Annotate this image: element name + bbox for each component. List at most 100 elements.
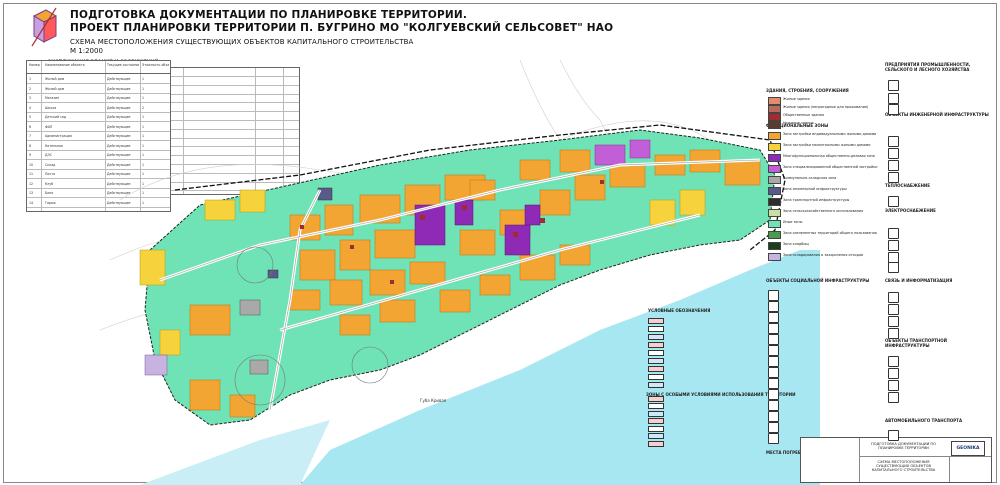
social-object-icon [768, 411, 779, 422]
legend-right-section: АВТОМОБИЛЬНОГО ТРАНСПОРТА [885, 418, 963, 423]
legend-item-zone: Многофункциональная общественно-деловая … [768, 154, 888, 162]
condition-symbol [648, 334, 664, 340]
legend-label: Зона озелененных территорий общего польз… [783, 231, 877, 235]
legend-item-zone: Зона инженерной инфраструктуры [768, 187, 888, 195]
condition-symbol [648, 418, 664, 424]
infrastructure-icon [888, 380, 899, 391]
infrastructure-icon [888, 196, 899, 207]
condition-symbol [648, 350, 664, 356]
infrastructure-icon [888, 304, 899, 315]
legend-label: Иные зоны [783, 220, 803, 224]
infrastructure-icon [888, 328, 899, 339]
legend-item-zone: Зона застройки малоэтажными жилыми домам… [768, 143, 888, 151]
legend-item-zone: Зона озелененных территорий общего польз… [768, 231, 888, 239]
infrastructure-icon [888, 93, 899, 104]
legend-item-building: Нежилые здания [768, 121, 888, 129]
legend-swatch [768, 143, 781, 151]
legend-swatch [768, 253, 781, 261]
legend-item-zone: Иные зоны [768, 220, 888, 228]
social-object-icon [768, 356, 779, 367]
condition-symbol [648, 366, 664, 372]
infrastructure-icon [888, 228, 899, 239]
social-object-icon [768, 334, 779, 345]
condition-symbol [648, 342, 664, 348]
legend-label: Зона кладбищ [783, 242, 809, 246]
legend-label: Жилые здания [783, 97, 810, 101]
company-logo: GEONIKA [951, 441, 985, 456]
stamp-title: СХЕМА МЕСТОПОЛОЖЕНИЯ СУЩЕСТВУЮЩИХ ОБЪЕКТ… [871, 460, 936, 472]
social-object-icon [768, 323, 779, 334]
legend-item-building: Жилые здания (непригодные для проживания… [768, 105, 888, 113]
infrastructure-icon [888, 136, 899, 147]
condition-symbol [648, 326, 664, 332]
condition-symbol [648, 358, 664, 364]
legend-section-social: ОБЪЕКТЫ СОЦИАЛЬНОЙ ИНФРАСТРУКТУРЫ [766, 278, 870, 283]
conditions-title: УСЛОВНЫЕ ОБОЗНАЧЕНИЯ [648, 308, 711, 313]
infrastructure-icon [888, 316, 899, 327]
legend-swatch [768, 165, 781, 173]
social-object-icon [768, 400, 779, 411]
legend-item-zone: Зона застройки индивидуальными жилыми до… [768, 132, 888, 140]
condition-symbol [648, 433, 664, 439]
legend-label: Зона складирования и захоронения отходов [783, 253, 864, 257]
condition-symbol [648, 425, 664, 432]
condition-symbol [648, 318, 664, 324]
legend-label: Зона специализированной общественной зас… [783, 165, 878, 169]
legend-section-buildings: ЗДАНИЯ, СТРОЕНИЯ, СООРУЖЕНИЯ [766, 88, 849, 93]
legend-swatch [768, 113, 781, 121]
infrastructure-icon [888, 172, 899, 183]
legend-right-section: ОБЪЕКТЫ ИНЖЕНЕРНОЙ ИНФРАСТРУКТУРЫ [885, 112, 989, 117]
infrastructure-icon [888, 430, 899, 441]
legend-item-building: Общественные здания [768, 113, 888, 121]
legend-item-zone: Коммунально-складская зона [768, 176, 888, 184]
legend-right-section: СВЯЗЬ И ИНФОРМАТИЗАЦИЯ [885, 278, 953, 283]
condition-symbol [648, 374, 664, 380]
legend-label: Общественные здания [783, 113, 824, 117]
legend-label: Зона сельскохозяйственного использования [783, 209, 864, 213]
legend-swatch [768, 105, 781, 113]
legend-swatch [768, 242, 781, 250]
legend-swatch [768, 132, 781, 140]
legend-right-section: ТЕПЛОСНАБЖЕНИЕ [885, 183, 931, 188]
condition-symbol [648, 440, 664, 447]
legend-item-zone: Зона складирования и захоронения отходов [768, 253, 888, 261]
legend-label: Зона инженерной инфраструктуры [783, 187, 847, 191]
social-object-icon [768, 389, 779, 400]
social-object-icon [768, 312, 779, 323]
legend-label: Зона транспортной инфраструктуры [783, 198, 850, 202]
infrastructure-icon [888, 80, 899, 91]
legend-swatch [768, 209, 781, 217]
infrastructure-icon [888, 292, 899, 303]
legend-swatch [768, 187, 781, 195]
condition-symbol [648, 403, 664, 409]
bay-label: Губа Кривая [420, 398, 447, 403]
legend-swatch [768, 198, 781, 206]
infrastructure-icon [888, 104, 899, 115]
legend-item-building: Жилые здания [768, 97, 888, 105]
condition-symbol [648, 382, 664, 388]
social-object-icon [768, 345, 779, 356]
social-object-icon [768, 378, 779, 389]
legend-swatch [768, 121, 781, 129]
legend-swatch [768, 176, 781, 184]
map-sheet: ПОДГОТОВКА ДОКУМЕНТАЦИИ ПО ПЛАНИРОВКЕ ТЕ… [0, 0, 1000, 485]
legend-label: Зона застройки индивидуальными жилыми до… [783, 132, 877, 136]
infrastructure-icon [888, 160, 899, 171]
title-block: ПОДГОТОВКА ДОКУМЕНТАЦИИ ПО ПЛАНИРОВКЕ ТЕ… [800, 437, 992, 483]
infrastructure-icon [888, 368, 899, 379]
infrastructure-icon [888, 392, 899, 403]
infrastructure-icon [888, 262, 899, 273]
legend-right-section: ПРЕДПРИЯТИЯ ПРОМЫШЛЕННОСТИ, СЕЛЬСКОГО И … [885, 62, 971, 72]
legend-label: Жилые здания (непригодные для проживания… [783, 105, 869, 109]
legend-item-zone: Зона специализированной общественной зас… [768, 165, 888, 173]
stamp-project: ПОДГОТОВКА ДОКУМЕНТАЦИИ ПО ПЛАНИРОВКЕ ТЕ… [871, 442, 936, 450]
legend-item-zone: Зона сельскохозяйственного использования [768, 209, 888, 217]
legend-label: Нежилые здания [783, 121, 814, 125]
infrastructure-icon [888, 356, 899, 367]
infrastructure-icon [888, 240, 899, 251]
infrastructure-icon [888, 148, 899, 159]
legend-item-zone: Зона кладбищ [768, 242, 888, 250]
social-object-icon [768, 422, 779, 433]
legend-swatch [768, 154, 781, 162]
condition-symbol [648, 410, 664, 417]
